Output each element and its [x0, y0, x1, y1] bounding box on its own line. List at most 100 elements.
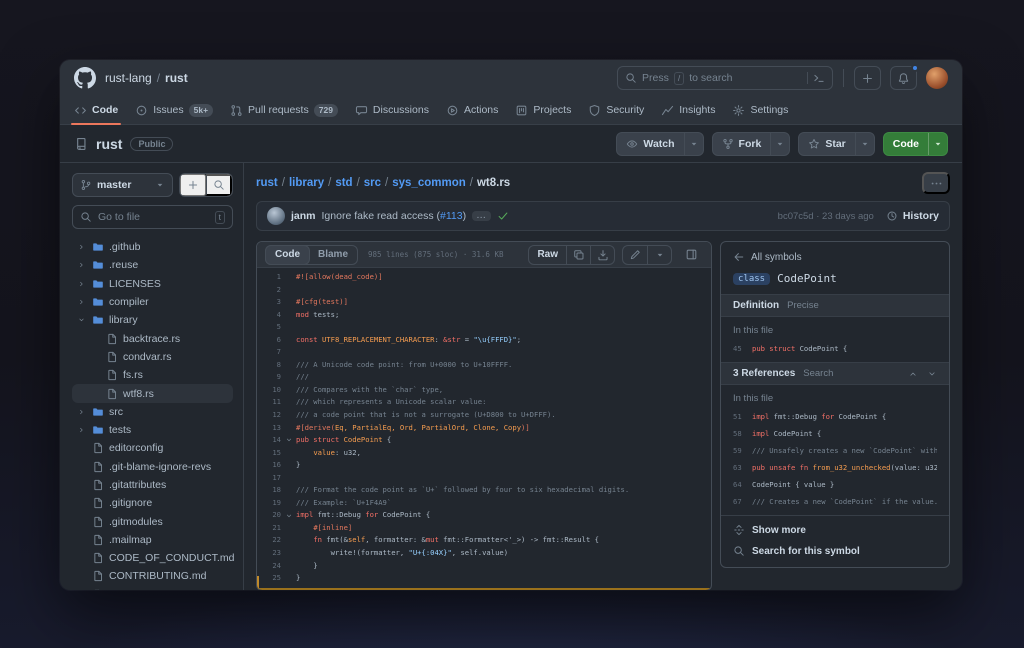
line-number[interactable]: 7 — [257, 346, 281, 359]
global-search-input[interactable]: Press / to search — [617, 66, 833, 90]
search-tree-button[interactable] — [206, 174, 232, 196]
caret-down-icon[interactable] — [928, 133, 947, 155]
pr-link[interactable]: #113 — [440, 210, 463, 222]
tree-file-.gitattributes[interactable]: .gitattributes — [72, 476, 233, 494]
line-number[interactable]: 20 — [257, 509, 281, 522]
line-number[interactable]: 12 — [257, 409, 281, 422]
code-line-13[interactable]: 13#[derive(Eq, PartialEq, Ord, PartialOr… — [257, 422, 711, 435]
blame-tab[interactable]: Blame — [309, 246, 357, 264]
code-content[interactable]: 1#![allow(dead_code)]23#[cfg(test)]4mod … — [257, 268, 711, 590]
code-line-7[interactable]: 7 — [257, 346, 711, 359]
tab-discussions[interactable]: Discussions — [355, 96, 429, 124]
tab-issues[interactable]: Issues5k+ — [135, 96, 213, 124]
code-tab[interactable]: Code — [266, 246, 309, 264]
tree-folder-tests[interactable]: tests — [72, 421, 233, 439]
breadcrumb-link[interactable]: src — [364, 177, 381, 189]
line-number[interactable]: 10 — [257, 384, 281, 397]
code-line-12[interactable]: 12/// a code point that is not a surroga… — [257, 409, 711, 422]
code-line-22[interactable]: 22 fn fmt(&self, formatter: &mut fmt::Fo… — [257, 534, 711, 547]
code-line-1[interactable]: 1#![allow(dead_code)] — [257, 271, 711, 284]
code-line-8[interactable]: 8/// A Unicode code point: from U+0000 t… — [257, 359, 711, 372]
chevron-down-icon[interactable] — [927, 369, 937, 379]
caret-down-icon[interactable] — [770, 133, 789, 155]
search-symbol-button[interactable]: Search for this symbol — [733, 545, 937, 557]
tree-file-COPYRIGHT[interactable]: COPYRIGHT — [72, 586, 233, 590]
tree-file-CONTRIBUTING.md[interactable]: CONTRIBUTING.md — [72, 567, 233, 585]
line-number[interactable]: 22 — [257, 534, 281, 547]
tree-file-wtf8.rs[interactable]: wtf8.rs — [72, 384, 233, 402]
breadcrumb-link[interactable]: library — [289, 177, 324, 189]
line-number[interactable]: 1 — [257, 271, 281, 284]
chevron-right-icon[interactable] — [76, 261, 87, 269]
raw-button[interactable]: Raw — [529, 246, 566, 264]
tree-file-CODE_OF_CONDUCT.md[interactable]: CODE_OF_CONDUCT.md — [72, 549, 233, 567]
code-line-4[interactable]: 4mod tests; — [257, 309, 711, 322]
reference-line-59[interactable]: 59/// Unsafely creates a new `CodePoint`… — [733, 446, 937, 455]
star-button[interactable]: Star — [798, 132, 874, 156]
tree-folder-compiler[interactable]: compiler — [72, 293, 233, 311]
code-line-9[interactable]: 9/// — [257, 371, 711, 384]
code-line-6[interactable]: 6const UTF8_REPLACEMENT_CHARACTER: &str … — [257, 334, 711, 347]
tree-file-editorconfig[interactable]: editorconfig — [72, 439, 233, 457]
repo-name-link[interactable]: rust — [165, 71, 188, 85]
code-line-24[interactable]: 24 } — [257, 560, 711, 573]
code-line-19[interactable]: 19/// Example: `U+1F4A9` — [257, 497, 711, 510]
chevron-up-icon[interactable] — [908, 369, 918, 379]
watch-button[interactable]: Watch — [616, 132, 703, 156]
code-line-21[interactable]: 21 #[inline] — [257, 522, 711, 535]
code-button[interactable]: Code — [883, 132, 948, 156]
code-line-26[interactable]: 26 — [257, 585, 711, 590]
line-number[interactable]: 26 — [257, 585, 281, 590]
line-number[interactable]: 9 — [257, 371, 281, 384]
commit-message[interactable]: Ignore fake read access (#113) — [322, 210, 467, 222]
line-number[interactable]: 17 — [257, 472, 281, 485]
caret-down-icon[interactable] — [855, 133, 874, 155]
code-line-17[interactable]: 17 — [257, 472, 711, 485]
line-number[interactable]: 13 — [257, 422, 281, 435]
download-button[interactable] — [590, 246, 614, 264]
tree-folder-LICENSES[interactable]: LICENSES — [72, 275, 233, 293]
user-avatar[interactable] — [926, 67, 948, 89]
chevron-right-icon[interactable] — [76, 280, 87, 288]
line-number[interactable]: 18 — [257, 484, 281, 497]
code-line-10[interactable]: 10/// Compares with the `char` type, — [257, 384, 711, 397]
tab-insights[interactable]: Insights — [661, 96, 715, 124]
tree-file-.gitignore[interactable]: .gitignore — [72, 494, 233, 512]
fork-button[interactable]: Fork — [712, 132, 791, 156]
show-more-button[interactable]: Show more — [733, 524, 937, 536]
tree-folder-src[interactable]: src — [72, 403, 233, 421]
chevron-right-icon[interactable] — [76, 426, 87, 434]
more-options-button[interactable] — [922, 172, 950, 194]
fold-chevron-icon[interactable] — [285, 512, 293, 520]
tab-pull-requests[interactable]: Pull requests729 — [230, 96, 338, 124]
tree-folder-.github[interactable]: .github — [72, 238, 233, 256]
breadcrumb-link[interactable]: sys_common — [392, 177, 466, 189]
reference-line-51[interactable]: 51impl fmt::Debug for CodePoint { — [733, 412, 937, 421]
line-number[interactable]: 15 — [257, 447, 281, 460]
tab-settings[interactable]: Settings — [732, 96, 788, 124]
notifications-button[interactable] — [890, 66, 917, 90]
chevron-right-icon[interactable] — [76, 298, 87, 306]
definition-line[interactable]: 45pub struct CodePoint { — [733, 344, 937, 353]
tree-file-condvar.rs[interactable]: condvar.rs — [72, 348, 233, 366]
go-to-file-input[interactable]: Go to file t — [72, 205, 233, 229]
branch-selector[interactable]: master — [72, 173, 173, 197]
copy-button[interactable] — [566, 246, 590, 264]
line-number[interactable]: 11 — [257, 396, 281, 409]
code-line-20[interactable]: 20impl fmt::Debug for CodePoint { — [257, 509, 711, 522]
code-line-11[interactable]: 11/// which represents a Unicode scalar … — [257, 396, 711, 409]
check-icon[interactable] — [497, 210, 509, 222]
create-new-button[interactable] — [854, 66, 881, 90]
repo-title[interactable]: rust — [96, 136, 122, 152]
caret-down-icon[interactable] — [684, 133, 703, 155]
tab-actions[interactable]: Actions — [446, 96, 498, 124]
commit-author-avatar[interactable] — [267, 207, 285, 225]
commit-author[interactable]: janm — [291, 210, 316, 222]
line-number[interactable]: 19 — [257, 497, 281, 510]
line-number[interactable]: 24 — [257, 560, 281, 573]
references-section-header[interactable]: 3 References Search — [721, 362, 949, 385]
code-line-18[interactable]: 18/// Format the code point as `U+` foll… — [257, 484, 711, 497]
line-number[interactable]: 8 — [257, 359, 281, 372]
code-line-23[interactable]: 23 write!(formatter, "U+{:04X}", self.va… — [257, 547, 711, 560]
tree-folder-library[interactable]: library — [72, 311, 233, 329]
